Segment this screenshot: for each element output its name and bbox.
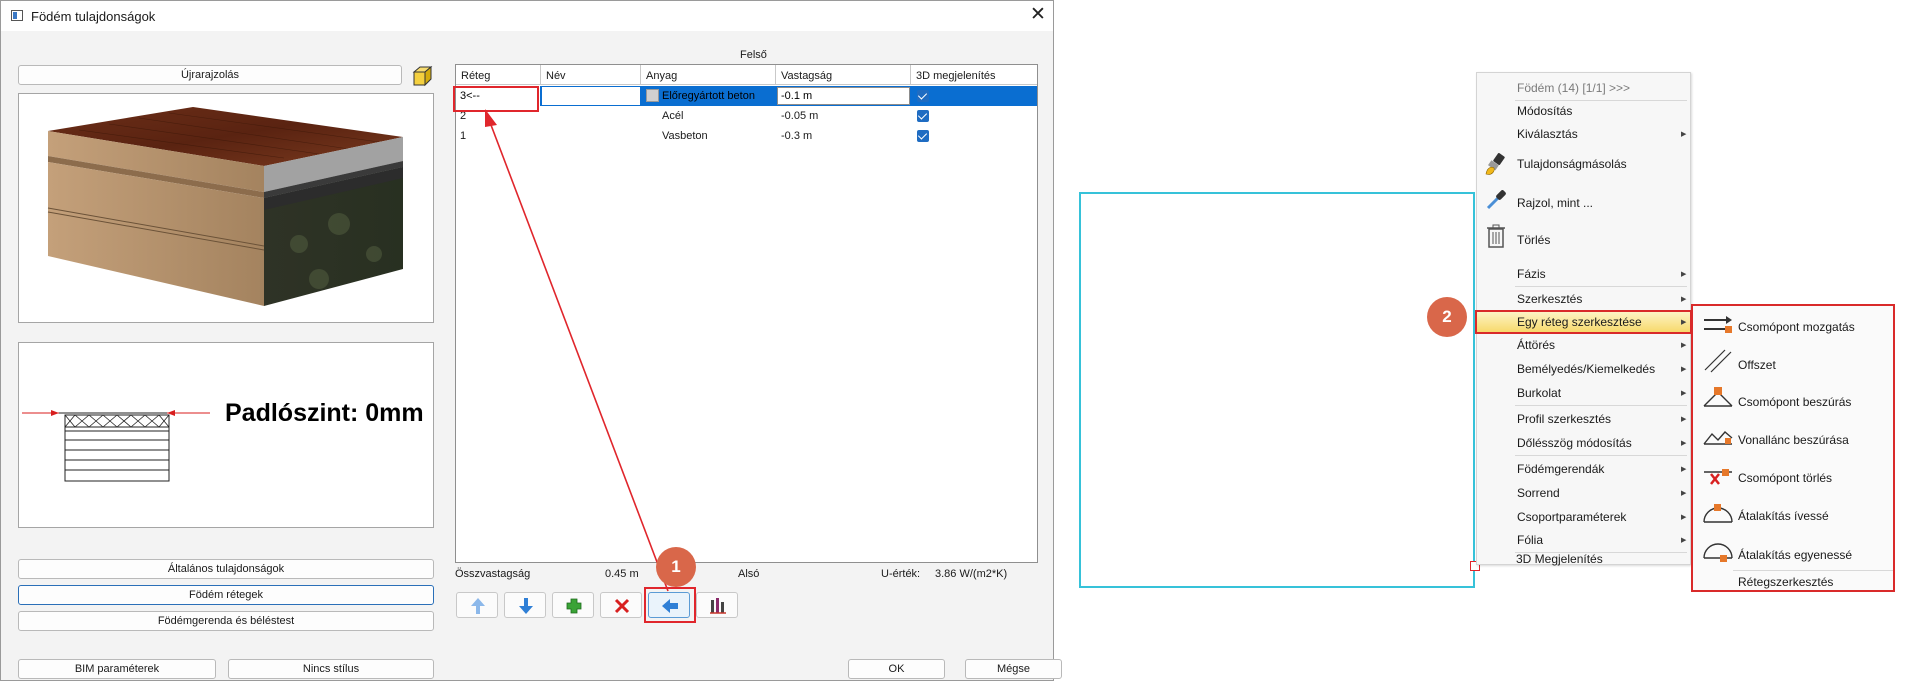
chevron-right-icon: ▶ (1681, 296, 1687, 303)
submenu-item-layer-editing[interactable]: Rétegszerkesztés (1738, 575, 1833, 589)
chevron-right-icon: ▶ (1681, 466, 1687, 473)
delete-node-icon (1703, 460, 1733, 491)
convert-to-straight-icon (1703, 536, 1733, 567)
menu-item-delete[interactable]: Törlés (1517, 233, 1550, 247)
menu-item-covering[interactable]: Burkolat (1517, 386, 1561, 400)
menu-item-layer[interactable]: Fólia (1517, 533, 1543, 547)
context-menu: Födém (14) [1/1] >>> Módosítás Kiválaszt… (1475, 72, 1692, 565)
menu-item-group-parameters[interactable]: Csoportparaméterek (1517, 510, 1626, 524)
menu-item-joists[interactable]: Födémgerendák (1517, 462, 1604, 476)
menu-item-slope-edit[interactable]: Dőlésszög módosítás (1517, 436, 1632, 450)
menu-item-opening[interactable]: Áttörés (1517, 338, 1555, 352)
menu-header[interactable]: Födém (14) [1/1] >>> (1517, 81, 1630, 95)
chevron-right-icon: ▶ (1681, 131, 1687, 138)
menu-item-edit-single-layer[interactable]: Egy réteg szerkesztése (1517, 315, 1642, 329)
menu-item-order[interactable]: Sorrend (1517, 486, 1560, 500)
chevron-right-icon: ▶ (1681, 366, 1687, 373)
submenu-item-offset[interactable]: Offszet (1738, 358, 1776, 372)
submenu-item-convert-to-straight[interactable]: Átalakítás egyenessé (1738, 548, 1852, 562)
submenu-item-delete-node[interactable]: Csomópont törlés (1738, 471, 1832, 485)
submenu-item-insert-polyline[interactable]: Vonallánc beszúrása (1738, 433, 1849, 447)
trash-icon (1485, 223, 1507, 252)
menu-item-edit[interactable]: Szerkesztés (1517, 292, 1582, 306)
offset-icon (1703, 346, 1733, 377)
menu-item-phase[interactable]: Fázis (1517, 267, 1546, 281)
menu-item-select[interactable]: Kiválasztás (1517, 127, 1578, 141)
chevron-right-icon: ▶ (1681, 342, 1687, 349)
menu-item-3d-display-visible[interactable]: 3D Megjelenítés (1516, 552, 1603, 566)
eyedropper-icon (1483, 187, 1509, 216)
submenu-item-move-node[interactable]: Csomópont mozgatás (1738, 320, 1855, 334)
floor-properties-dialog: Födém tulajdonságok ✕ Újrarajzolás Padló… (0, 0, 1062, 681)
menu-item-recess-emboss[interactable]: Bemélyedés/Kiemelkedés (1517, 362, 1655, 376)
insert-node-icon (1703, 384, 1733, 415)
slab-outline (1079, 192, 1475, 588)
menu-item-copy-properties[interactable]: Tulajdonságmásolás (1517, 157, 1627, 171)
menu-item-profile-edit[interactable]: Profil szerkesztés (1517, 412, 1611, 426)
submenu-item-insert-node[interactable]: Csomópont beszúrás (1738, 395, 1851, 409)
chevron-right-icon: ▶ (1681, 390, 1687, 397)
edit-single-layer-submenu: Csomópont mozgatás Offszet Csomópont bes… (1691, 304, 1895, 592)
menu-item-draw-like[interactable]: Rajzol, mint ... (1517, 196, 1593, 210)
convert-to-arc-icon (1703, 498, 1733, 529)
paintbrush-icon (1483, 152, 1509, 181)
annotation-arrow (485, 109, 669, 592)
insert-polyline-icon (1703, 422, 1733, 453)
menu-item-modify[interactable]: Módosítás (1517, 104, 1572, 118)
chevron-right-icon: ▶ (1681, 440, 1687, 447)
submenu-item-convert-to-arc[interactable]: Átalakítás ívessé (1738, 509, 1829, 523)
chevron-right-icon: ▶ (1681, 490, 1687, 497)
chevron-right-icon: ▶ (1681, 319, 1687, 326)
move-node-icon (1703, 312, 1733, 343)
chevron-right-icon: ▶ (1681, 537, 1687, 544)
callout-step-2: 2 (1427, 297, 1467, 337)
chevron-right-icon: ▶ (1681, 416, 1687, 423)
chevron-right-icon: ▶ (1681, 271, 1687, 278)
chevron-right-icon: ▶ (1681, 514, 1687, 521)
callout-step-1: 1 (656, 547, 696, 587)
